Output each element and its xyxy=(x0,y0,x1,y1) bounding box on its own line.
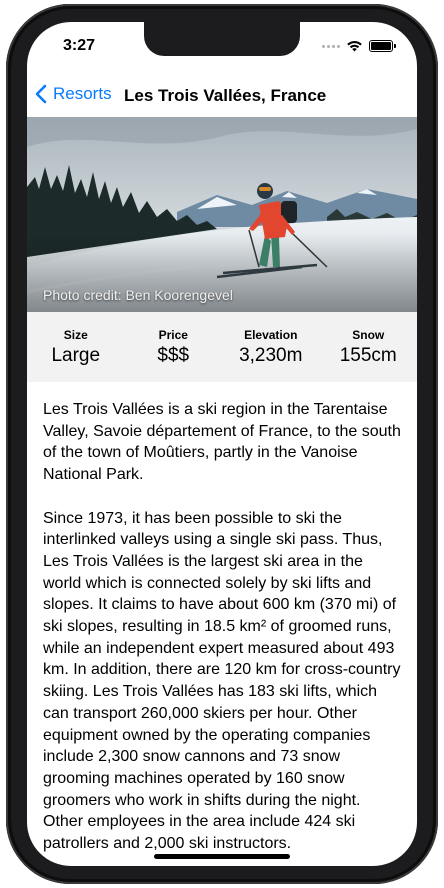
home-indicator[interactable] xyxy=(154,854,290,859)
back-button-label: Resorts xyxy=(53,84,112,103)
stat-value: 3,230m xyxy=(239,344,303,366)
stat-elevation: Elevation 3,230m xyxy=(222,312,320,382)
navigation-bar: Resorts Les Trois Vallées, France xyxy=(27,76,417,116)
description-paragraph: Since 1973, it has been possible to ski … xyxy=(43,509,401,853)
stat-price: Price $$$ xyxy=(125,312,223,382)
description-paragraph: Les Trois Vallées is a ski region in the… xyxy=(43,401,401,484)
phone-frame: 3:27 Resorts Les Trois Vallées, France P… xyxy=(6,4,438,884)
stat-value: $$$ xyxy=(157,344,190,366)
skier-photo-illustration xyxy=(27,117,417,312)
resort-description[interactable]: Les Trois Vallées is a ski region in the… xyxy=(43,399,403,866)
stat-size: Size Large xyxy=(27,312,125,382)
wifi-icon xyxy=(347,41,362,52)
screen: 3:27 Resorts Les Trois Vallées, France P… xyxy=(27,22,417,866)
stat-label: Elevation xyxy=(244,327,298,342)
page-title: Les Trois Vallées, France xyxy=(124,86,327,105)
stat-value: Large xyxy=(51,344,101,366)
status-icons xyxy=(322,40,396,52)
photo-credit: Photo credit: Ben Koorengevel xyxy=(43,287,233,303)
battery-icon xyxy=(369,40,396,52)
stat-label: Snow xyxy=(352,327,385,342)
notch xyxy=(144,22,300,56)
stat-value: 155cm xyxy=(339,344,397,366)
stat-label: Price xyxy=(158,327,188,342)
stat-label: Size xyxy=(63,327,88,342)
stat-snow: Snow 155cm xyxy=(320,312,418,382)
resort-photo: Photo credit: Ben Koorengevel xyxy=(27,117,417,312)
resort-stats: Size Large Price $$$ Elevation 3,230m Sn… xyxy=(27,312,417,382)
cellular-signal-icon xyxy=(322,44,340,48)
status-time: 3:27 xyxy=(63,37,96,54)
back-button[interactable]: Resorts xyxy=(35,84,112,104)
chevron-left-icon xyxy=(35,84,47,104)
